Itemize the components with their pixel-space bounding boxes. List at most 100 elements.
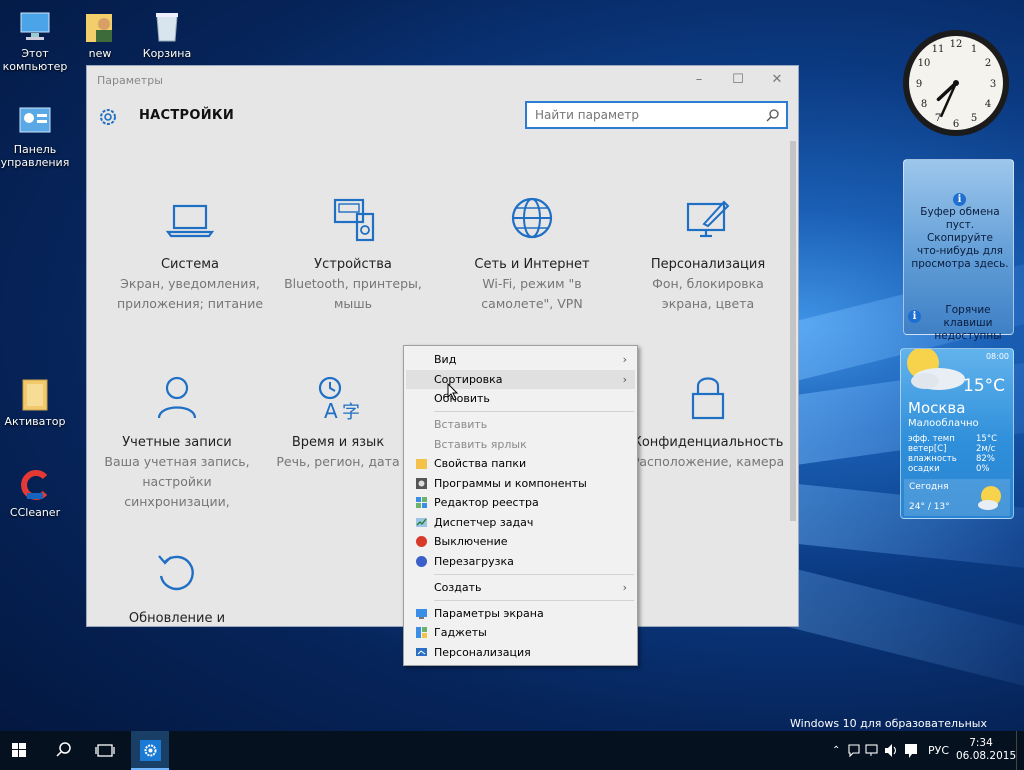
clipboard-text: Буфер обмена bbox=[920, 206, 1000, 218]
personalization-icon bbox=[415, 646, 428, 659]
taskbar: ⌃ РУС 7:34 06.08.2015 bbox=[0, 731, 1024, 770]
weather-row-label: влажность bbox=[908, 454, 957, 464]
person-icon bbox=[151, 372, 203, 424]
tile-system[interactable]: Система Экран, уведомления, приложения; … bbox=[100, 194, 280, 313]
search-box[interactable] bbox=[525, 101, 788, 129]
tile-accounts[interactable]: Учетные записи Ваша учетная запись, наст… bbox=[87, 372, 267, 511]
taskbar-date: 06.08.2015 bbox=[956, 750, 1017, 762]
restart-icon bbox=[415, 555, 428, 568]
gear-icon bbox=[97, 106, 119, 128]
close-button[interactable]: ✕ bbox=[762, 70, 792, 90]
menu-item-label: Вставить bbox=[434, 418, 488, 431]
menu-item-restart[interactable]: Перезагрузка bbox=[406, 552, 635, 571]
task-view-button[interactable] bbox=[86, 731, 124, 770]
taskbar-clock[interactable]: 7:34 06.08.2015 bbox=[956, 731, 1017, 770]
desktop-icon-label: Активатор bbox=[4, 415, 66, 428]
search-icon[interactable] bbox=[766, 107, 780, 122]
task-manager-icon bbox=[415, 516, 428, 529]
windows-logo-icon bbox=[12, 743, 26, 757]
tile-network[interactable]: Сеть и Интернет Wi-Fi, режим "в самолете… bbox=[442, 194, 622, 313]
menu-item-view[interactable]: Вид › bbox=[406, 350, 635, 369]
display-icon bbox=[415, 607, 428, 620]
desktop-icon-label: CCleaner bbox=[9, 506, 61, 519]
tile-name: Сеть и Интернет bbox=[474, 257, 590, 272]
tile-desc: мышь bbox=[333, 296, 373, 311]
notifications-icon[interactable] bbox=[903, 731, 919, 770]
menu-item-sort[interactable]: Сортировка › bbox=[406, 370, 635, 389]
weather-gadget[interactable]: 08:00 15°C Москва Малооблачно эфф. темп 1… bbox=[900, 347, 1014, 519]
language-indicator[interactable]: РУС bbox=[928, 731, 949, 770]
refresh-icon bbox=[151, 548, 203, 600]
tile-desc: настройки bbox=[142, 474, 212, 489]
clock-gadget[interactable]: 12 1 2 3 45 6 7 8 9 10 11 bbox=[900, 27, 1012, 139]
weather-row-value: 15°C bbox=[976, 434, 998, 444]
svg-text:5: 5 bbox=[971, 113, 977, 124]
taskbar-settings-app[interactable] bbox=[131, 731, 169, 770]
tile-desc: Расположение, камера bbox=[631, 454, 785, 469]
show-hidden-icons-button[interactable]: ⌃ bbox=[832, 731, 840, 770]
menu-item-folder-options[interactable]: Свойства папки bbox=[406, 454, 635, 473]
minimize-button[interactable]: – bbox=[684, 70, 714, 90]
menu-item-registry-editor[interactable]: Редактор реестра bbox=[406, 493, 635, 512]
tile-personalization[interactable]: Персонализация Фон, блокировка экрана, ц… bbox=[618, 194, 798, 313]
chevron-right-icon: › bbox=[622, 581, 627, 594]
tile-privacy[interactable]: Конфиденциальность Расположение, камера bbox=[618, 372, 798, 471]
forecast-today-label: Сегодня bbox=[909, 482, 949, 492]
clipboard-text: что-нибудь для bbox=[917, 245, 1003, 257]
tile-devices[interactable]: Устройства Bluetooth, принтеры, мышь bbox=[263, 194, 443, 313]
network-icon[interactable] bbox=[864, 731, 880, 770]
menu-separator bbox=[434, 411, 634, 412]
sun-cloud-icon bbox=[901, 347, 971, 400]
menu-item-new[interactable]: Создать › bbox=[406, 578, 635, 597]
svg-text:字: 字 bbox=[342, 402, 360, 423]
menu-item-paste-shortcut[interactable]: Вставить ярлык bbox=[406, 435, 635, 454]
search-icon bbox=[56, 742, 71, 757]
gadgets-icon bbox=[415, 626, 428, 639]
tile-update[interactable]: Обновление и bbox=[87, 548, 267, 627]
volume-icon[interactable] bbox=[883, 731, 901, 770]
maximize-button[interactable]: ☐ bbox=[723, 70, 753, 90]
tile-desc: Bluetooth, принтеры, bbox=[284, 276, 422, 291]
ccleaner-icon bbox=[17, 467, 53, 503]
desktop-icon-this-pc[interactable]: Этот компьютер bbox=[0, 8, 70, 73]
menu-item-paste[interactable]: Вставить bbox=[406, 415, 635, 434]
desktop-icon-control-panel[interactable]: Панель управления bbox=[0, 104, 70, 169]
desktop-icon-new[interactable]: new bbox=[65, 8, 135, 60]
menu-separator bbox=[434, 600, 634, 601]
tile-desc: приложения; питание bbox=[116, 296, 264, 311]
menu-item-display-settings[interactable]: Параметры экрана bbox=[406, 604, 635, 623]
menu-item-personalization[interactable]: Персонализация bbox=[406, 643, 635, 662]
globe-icon bbox=[506, 194, 558, 246]
menu-item-gadgets[interactable]: Гаджеты bbox=[406, 623, 635, 642]
start-button[interactable] bbox=[0, 731, 38, 770]
search-input[interactable] bbox=[527, 103, 757, 127]
weather-condition: Малооблачно bbox=[908, 418, 979, 429]
menu-item-shutdown[interactable]: Выключение bbox=[406, 532, 635, 551]
show-desktop-button[interactable] bbox=[1016, 731, 1024, 770]
menu-item-programs[interactable]: Программы и компоненты bbox=[406, 474, 635, 493]
svg-text:3: 3 bbox=[990, 79, 996, 90]
svg-text:7: 7 bbox=[935, 113, 941, 124]
time-language-icon: A字 bbox=[312, 372, 364, 424]
desktop-icon-activator[interactable]: Активатор bbox=[0, 376, 70, 428]
menu-item-label: Программы и компоненты bbox=[434, 477, 587, 490]
desktop-icon-ccleaner[interactable]: CCleaner bbox=[0, 467, 70, 519]
desktop-icon-recycle-bin[interactable]: Корзина bbox=[132, 8, 202, 60]
menu-item-refresh[interactable]: Обновить bbox=[406, 389, 635, 408]
menu-item-label: Вид bbox=[434, 353, 457, 366]
info-icon: i bbox=[908, 310, 921, 323]
analog-clock-face: 12 12 3 45 6 7 8 9 1011 bbox=[903, 30, 1009, 136]
weather-temperature: 15°C bbox=[963, 376, 1006, 396]
weather-row-label: ветер[С] bbox=[908, 444, 947, 454]
weather-forecast: Сегодня 24° / 13° bbox=[904, 479, 1010, 516]
menu-item-label: Сортировка bbox=[434, 373, 503, 386]
desktop-icon-label: new bbox=[88, 47, 112, 60]
sun-cloud-icon bbox=[976, 483, 1006, 516]
tile-desc: Wi-Fi, режим "в bbox=[482, 276, 582, 291]
menu-item-task-manager[interactable]: Диспетчер задач bbox=[406, 513, 635, 532]
action-center-icon[interactable] bbox=[847, 731, 861, 770]
search-button[interactable] bbox=[44, 731, 82, 770]
tile-time-language[interactable]: A字 Время и язык Речь, регион, дата bbox=[263, 372, 413, 471]
clipboard-gadget[interactable]: i Буфер обмена пуст. Скопируйте что-нибу… bbox=[903, 159, 1014, 342]
tile-name: Система bbox=[160, 257, 220, 272]
